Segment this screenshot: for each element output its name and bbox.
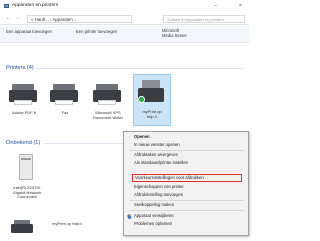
close-button[interactable]: × [236,2,245,10]
menu-item-add-print-setting[interactable]: Afdrukinstelling toevoegen [134,192,183,198]
printer-fax[interactable]: Fax [47,78,83,130]
device-myprint-unspecified[interactable]: myPrint op http:// [6,216,122,238]
breadcrumb[interactable]: « Hardl... › Apparaten ... [27,14,132,23]
add-device-button[interactable]: Een apparaat toevoegen [6,29,52,34]
menu-separator [130,150,244,151]
menu-item-set-default[interactable]: Als standaardprinter instellen [134,160,188,166]
menu-item-printer-properties[interactable]: Eigenschappen van printer [134,184,184,190]
device-label: Fax [61,110,69,115]
title-bar: Apparaten en printers – × [0,0,249,13]
menu-item-open-new-window[interactable]: In nieuw venster openen [134,142,180,148]
menu-item-remove-device[interactable]: Apparaat verwijderen [134,213,174,219]
address-bar: ← → « Hardl... › Apparaten ... Zoeken in… [0,13,249,25]
menu-item-view-print-jobs[interactable]: Afdruktaken weergeven [134,152,178,158]
context-menu: Openen In nieuw venster openen Afdruktak… [123,131,249,236]
menu-item-open[interactable]: Openen [134,134,150,140]
menu-separator [130,210,244,211]
device-label: Microsoft XPS Document Writer [93,110,123,120]
menu-item-create-shortcut[interactable]: Snelkoppeling maken [134,202,174,208]
media-server-item[interactable]: Microsoft Media Server [162,28,187,38]
device-label: myPrint op http:// [142,109,162,119]
default-printer-check-icon [138,96,145,103]
printer-microsoft-xps[interactable]: Microsoft XPS Document Writer [87,78,129,130]
menu-separator [130,200,244,201]
device-label: Intel(R) 82579L Gigabit Network Connecti… [12,185,42,200]
forward-arrow-icon[interactable]: → [15,15,20,21]
printer-myprint[interactable]: myPrint op http:// [133,74,171,132]
section-printers[interactable]: Printers (4) [6,65,34,71]
command-bar: Een apparaat toevoegen Een printer toevo… [0,26,249,43]
device-label: Adobe PDF 6 [11,110,36,115]
device-network-adapter[interactable]: Intel(R) 82579L Gigabit Network Connecti… [6,150,48,208]
devices-printers-icon [4,4,9,8]
menu-item-troubleshoot[interactable]: Problemen oplossen [134,221,172,227]
minimize-button[interactable]: – [211,2,220,10]
search-input[interactable]: Zoeken in apparaten en printers [163,14,245,23]
back-arrow-icon[interactable]: ← [6,15,11,21]
shield-icon [127,213,132,219]
device-label: myPrint op http:// [52,221,83,226]
section-divider [44,143,123,144]
window-title: Apparaten en printers [12,3,59,8]
menu-item-printing-preferences[interactable]: Voorkeursinstellingen voor afdrukken [135,175,204,181]
section-divider [36,68,244,69]
printer-adobe-pdf[interactable]: Adobe PDF 6 [6,78,42,130]
add-printer-button[interactable]: Een printer toevoegen [76,29,117,34]
section-unspecified[interactable]: Onbekend (1) [6,140,40,146]
